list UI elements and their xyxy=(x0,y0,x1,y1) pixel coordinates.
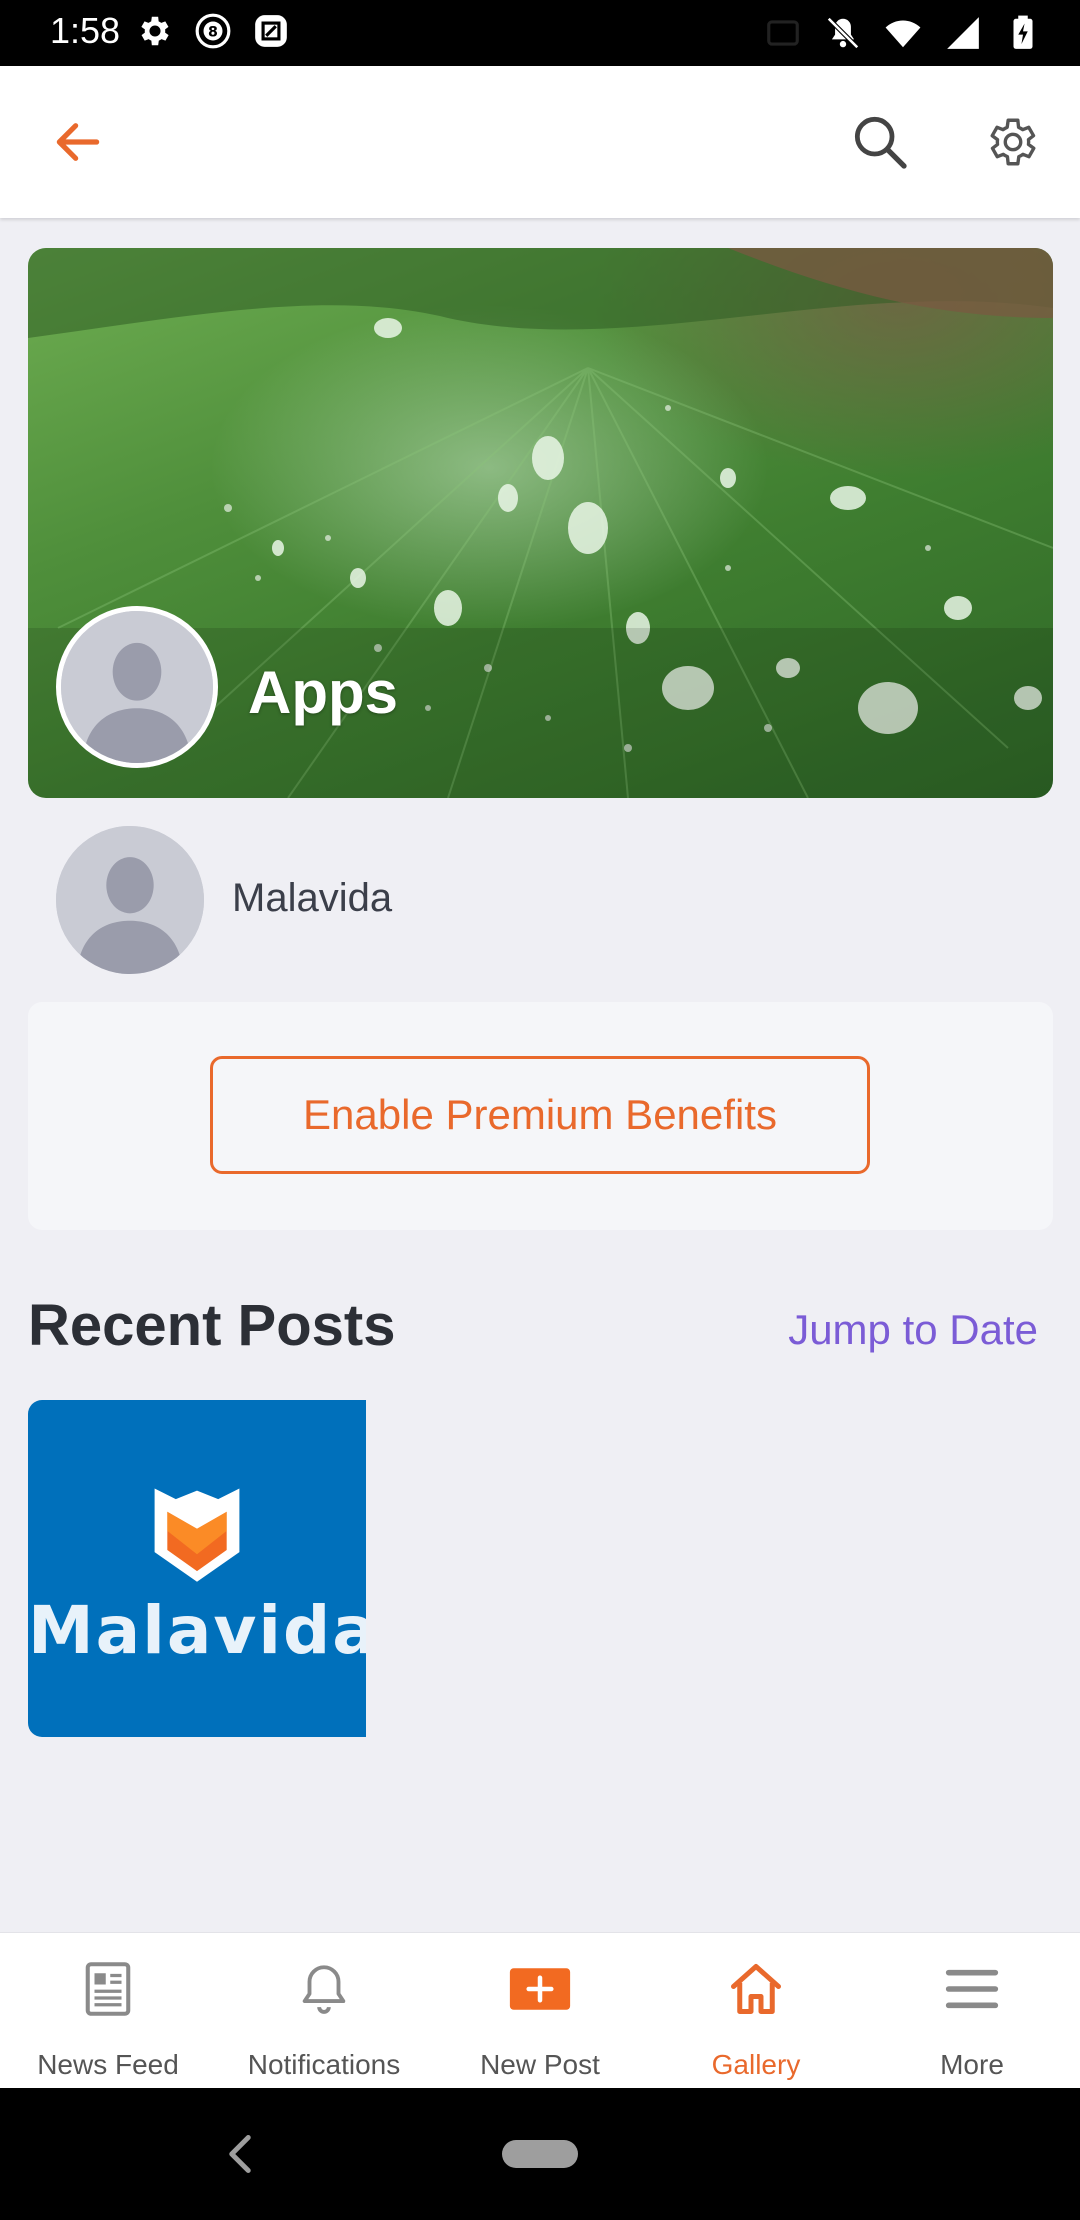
battery-charging-icon xyxy=(1013,15,1033,49)
arrow-left-icon xyxy=(56,123,100,161)
back-button[interactable] xyxy=(38,102,118,182)
svg-text:8: 8 xyxy=(208,25,218,41)
nav-gallery[interactable]: Gallery xyxy=(648,1933,864,2089)
cover-avatar[interactable] xyxy=(56,606,218,768)
chevron-left-icon xyxy=(229,2135,251,2173)
gallery-title: Apps xyxy=(248,659,398,726)
owner-name[interactable]: Malavida xyxy=(232,876,392,921)
system-back-button[interactable] xyxy=(222,2132,258,2181)
cover-image: Apps xyxy=(28,248,1053,798)
malavida-logo-icon xyxy=(154,1488,240,1582)
recent-posts-title: Recent Posts xyxy=(28,1293,396,1358)
nav-news-feed[interactable]: News Feed xyxy=(0,1933,216,2089)
signal-icon xyxy=(947,17,979,49)
nav-label: More xyxy=(940,2049,1004,2080)
nav-more[interactable]: More xyxy=(864,1933,1080,2089)
newspaper-icon xyxy=(76,1957,140,2021)
person-placeholder-icon xyxy=(61,611,213,763)
nav-label: Gallery xyxy=(711,2049,801,2080)
circle-8-icon: 8 xyxy=(195,13,231,49)
nav-label: Notifications xyxy=(247,2049,401,2080)
status-time: 1:58 xyxy=(50,10,121,51)
status-left-icons: 8 xyxy=(136,12,290,50)
square-icon xyxy=(255,15,287,47)
nav-label: News Feed xyxy=(37,2049,179,2080)
post-brand-text: Malavida xyxy=(28,1592,366,1669)
bottom-nav: News Feed Notifications New Post Gallery xyxy=(0,1932,1080,2089)
settings-button[interactable] xyxy=(973,102,1053,182)
nav-notifications[interactable]: Notifications xyxy=(216,1933,432,2089)
home-icon xyxy=(724,1957,788,2021)
search-icon xyxy=(854,116,907,169)
search-button[interactable] xyxy=(840,102,920,182)
status-right-icons xyxy=(764,14,1042,52)
enable-premium-button[interactable]: Enable Premium Benefits xyxy=(210,1056,870,1174)
owner-avatar[interactable] xyxy=(56,826,204,974)
app-bar xyxy=(0,66,1080,218)
cast-icon xyxy=(767,20,799,46)
plus-box-icon xyxy=(508,1957,572,2021)
system-nav-bar xyxy=(0,2088,1080,2220)
nav-new-post[interactable]: New Post xyxy=(432,1933,648,2089)
premium-card: Enable Premium Benefits xyxy=(28,1002,1053,1230)
menu-icon xyxy=(940,1957,1004,2021)
system-home-button[interactable] xyxy=(502,2140,578,2168)
jump-to-date-link[interactable]: Jump to Date xyxy=(788,1306,1038,1354)
post-tile[interactable]: Malavida xyxy=(28,1400,366,1737)
person-placeholder-icon xyxy=(56,826,204,974)
nav-label: New Post xyxy=(480,2049,600,2080)
gear-icon xyxy=(141,16,169,46)
status-bar: 1:58 8 xyxy=(0,0,1080,66)
gear-icon xyxy=(990,118,1036,166)
wifi-icon xyxy=(885,20,921,48)
bell-off-icon xyxy=(827,17,859,49)
bell-icon xyxy=(292,1957,356,2021)
